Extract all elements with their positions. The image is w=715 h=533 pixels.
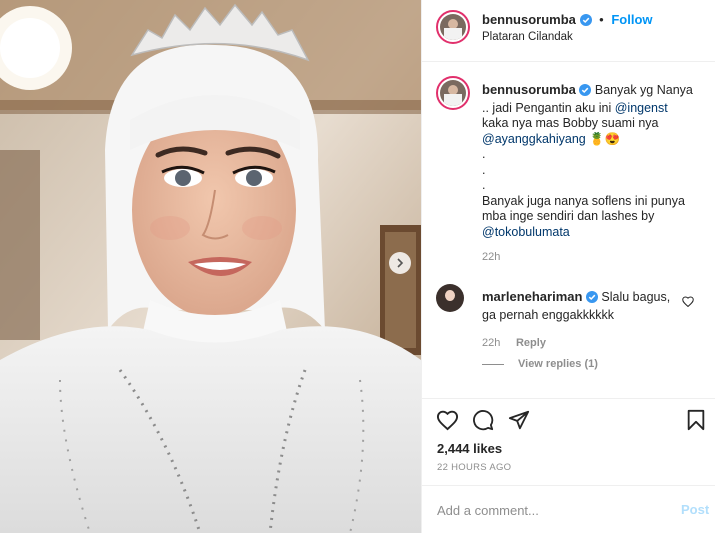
- emoji-text: 🍍😍: [589, 131, 621, 146]
- comment-like-button[interactable]: [682, 295, 694, 310]
- caption-line-3: kaka nya mas Bobby suami nya: [482, 116, 659, 130]
- caption-line-2: .. jadi Pengantin aku ini: [482, 100, 615, 115]
- caption-area: bennusorumba Banyak yg Nanya .. jadi Pen…: [422, 62, 715, 398]
- caption-dot: .: [482, 178, 486, 192]
- comment-input[interactable]: [437, 501, 662, 519]
- comment-button[interactable]: [472, 409, 494, 434]
- comment-timestamp[interactable]: 22h: [482, 337, 500, 349]
- mention-link[interactable]: @ayanggkahiyang: [482, 132, 586, 146]
- caption-text: bennusorumba Banyak yg Nanya .. jadi Pen…: [482, 82, 712, 266]
- caption-timestamp[interactable]: 22h: [482, 250, 712, 266]
- save-button[interactable]: [686, 409, 706, 434]
- view-replies-button[interactable]: View replies (1): [518, 358, 598, 370]
- commenter-avatar[interactable]: [436, 284, 464, 312]
- like-button[interactable]: [436, 409, 459, 434]
- post-side-panel: bennusorumba • Follow Plataran Cilandak …: [421, 0, 715, 533]
- replies-divider: [482, 364, 504, 365]
- comment-meta: 22h Reply: [482, 334, 546, 349]
- post-photo[interactable]: [0, 0, 421, 533]
- verified-badge-icon: [579, 84, 592, 101]
- heart-icon: [436, 410, 459, 431]
- location-link[interactable]: Plataran Cilandak: [482, 31, 573, 43]
- post-timestamp[interactable]: 22 HOURS AGO: [437, 462, 511, 473]
- caption-line-5: mba inge sendiri dan lashes by: [482, 209, 655, 223]
- caption-username[interactable]: bennusorumba: [482, 82, 576, 97]
- author-username[interactable]: bennusorumba: [482, 12, 576, 27]
- caption-avatar[interactable]: [436, 76, 470, 110]
- comment-icon: [473, 410, 494, 431]
- next-photo-button[interactable]: [389, 252, 411, 274]
- author-avatar[interactable]: [436, 10, 470, 44]
- post-comment-button[interactable]: Post: [681, 502, 709, 517]
- comment-text: Slalu bagus,: [601, 290, 671, 304]
- post-header: bennusorumba • Follow Plataran Cilandak: [422, 0, 715, 62]
- action-bar: [422, 398, 715, 443]
- header-separator: •: [599, 12, 604, 27]
- instagram-post: bennusorumba • Follow Plataran Cilandak …: [0, 0, 715, 533]
- bookmark-icon: [687, 409, 705, 431]
- comment-text: ga pernah enggakkkkkk: [482, 307, 615, 322]
- caption-dot: .: [482, 162, 486, 177]
- follow-button[interactable]: Follow: [611, 12, 652, 27]
- caption-dot: .: [482, 147, 486, 161]
- caption-line-1: Banyak yg Nanya: [594, 83, 693, 97]
- mention-link[interactable]: @tokobulumata: [482, 225, 712, 241]
- verified-badge-icon: [579, 14, 592, 29]
- reply-button[interactable]: Reply: [516, 337, 546, 349]
- small-heart-icon: [682, 296, 694, 308]
- comment: marlenehariman Slalu bagus, ga pernah en…: [482, 289, 682, 323]
- share-button[interactable]: [508, 409, 530, 434]
- commenter-username[interactable]: marlenehariman: [482, 289, 582, 304]
- chevron-right-icon: [397, 258, 404, 268]
- likes-count[interactable]: 2,444 likes: [437, 441, 502, 456]
- mention-link[interactable]: @ingenst: [615, 101, 668, 115]
- share-icon: [508, 410, 530, 430]
- bride-photo-illustration: [0, 0, 421, 533]
- caption-line-4: Banyak juga nanya soflens ini punya: [482, 193, 685, 208]
- verified-badge-icon: [585, 291, 598, 308]
- comment-bar: Post: [422, 485, 715, 533]
